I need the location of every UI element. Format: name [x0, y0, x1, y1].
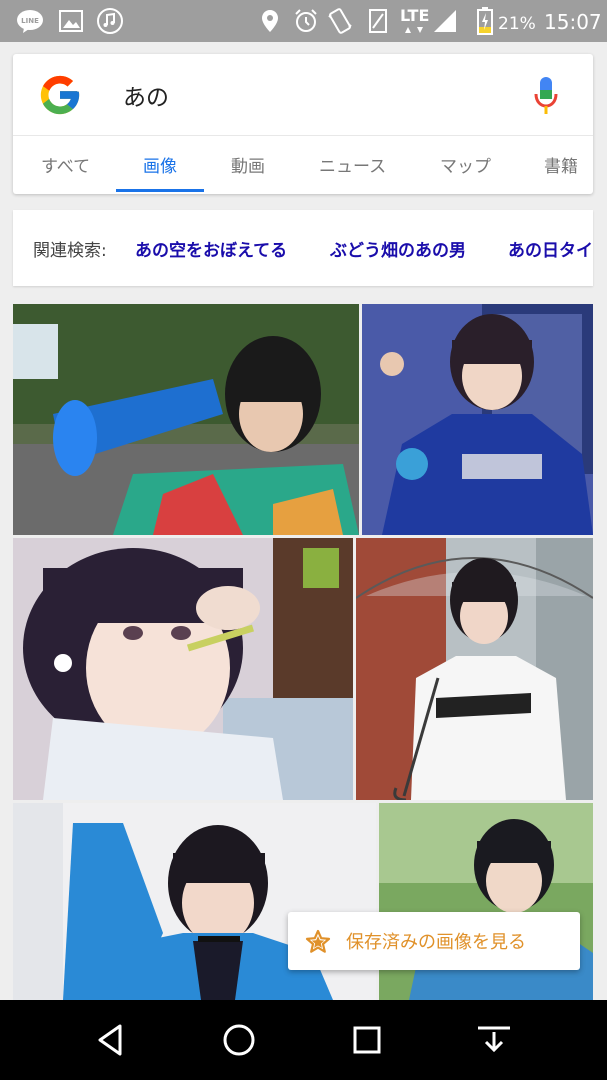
status-bar: LINE LTE 21% 15:07: [0, 0, 607, 42]
image-girl-jersey[interactable]: [362, 304, 593, 535]
image-girl-blue-jacket[interactable]: [13, 803, 376, 1000]
tab-maps[interactable]: マップ: [440, 152, 491, 177]
search-bar[interactable]: あの: [13, 54, 593, 136]
active-tab-indicator: [116, 189, 204, 192]
lte-label: LTE: [400, 6, 430, 25]
page-content: あの すべて 画像 動画 ニュース マップ 書籍 関連検索: あの空をおぼえてる…: [0, 42, 607, 1000]
related-search-link[interactable]: ぶどう畑のあの男: [330, 236, 466, 261]
battery-level: 21%: [498, 14, 536, 34]
alarm-icon: [292, 8, 320, 34]
cell-signal-icon: [432, 8, 458, 34]
battery-charging-icon: [476, 7, 494, 35]
recents-icon[interactable]: [347, 1020, 387, 1060]
related-searches-label: 関連検索:: [33, 241, 107, 261]
mic-icon[interactable]: [533, 76, 559, 116]
tab-videos[interactable]: 動画: [231, 152, 265, 177]
tab-images[interactable]: 画像: [143, 152, 177, 177]
navigation-bar: [0, 1000, 607, 1080]
image-girl-eating[interactable]: [13, 538, 353, 800]
location-icon: [260, 8, 280, 34]
tab-all[interactable]: すべて: [41, 152, 90, 177]
vibrate-icon: [326, 8, 354, 34]
saved-images-label: 保存済みの画像を見る: [346, 932, 526, 953]
music-icon: [96, 8, 124, 34]
related-search-link[interactable]: あの空をおぼえてる: [135, 236, 287, 261]
search-card: あの すべて 画像 動画 ニュース マップ 書籍: [13, 54, 593, 194]
image-girl-outdoor[interactable]: [379, 803, 593, 1000]
related-searches: 関連検索: あの空をおぼえてる ぶどう畑のあの男 あの日タイ: [13, 210, 593, 286]
signal-icon: [364, 8, 392, 34]
image-girl-megaphone[interactable]: [13, 304, 359, 535]
tab-news[interactable]: ニュース: [319, 152, 386, 177]
lte-icon: [402, 24, 426, 36]
line-icon: LINE: [16, 8, 44, 34]
saved-images-button[interactable]: 保存済みの画像を見る: [288, 912, 580, 970]
gallery-icon: [58, 8, 84, 34]
image-girl-umbrella[interactable]: [356, 538, 593, 800]
download-icon[interactable]: [474, 1020, 514, 1060]
svg-text:LINE: LINE: [21, 17, 39, 25]
google-logo-icon: [40, 75, 80, 115]
back-icon[interactable]: [92, 1020, 132, 1060]
clock: 15:07: [544, 10, 602, 34]
star-icon: [305, 929, 331, 955]
home-icon[interactable]: [219, 1020, 259, 1060]
search-tabs: すべて 画像 動画 ニュース マップ 書籍: [13, 136, 593, 194]
search-query-text[interactable]: あの: [123, 78, 169, 112]
tab-books[interactable]: 書籍: [544, 152, 578, 177]
related-search-link[interactable]: あの日タイ: [508, 236, 593, 261]
